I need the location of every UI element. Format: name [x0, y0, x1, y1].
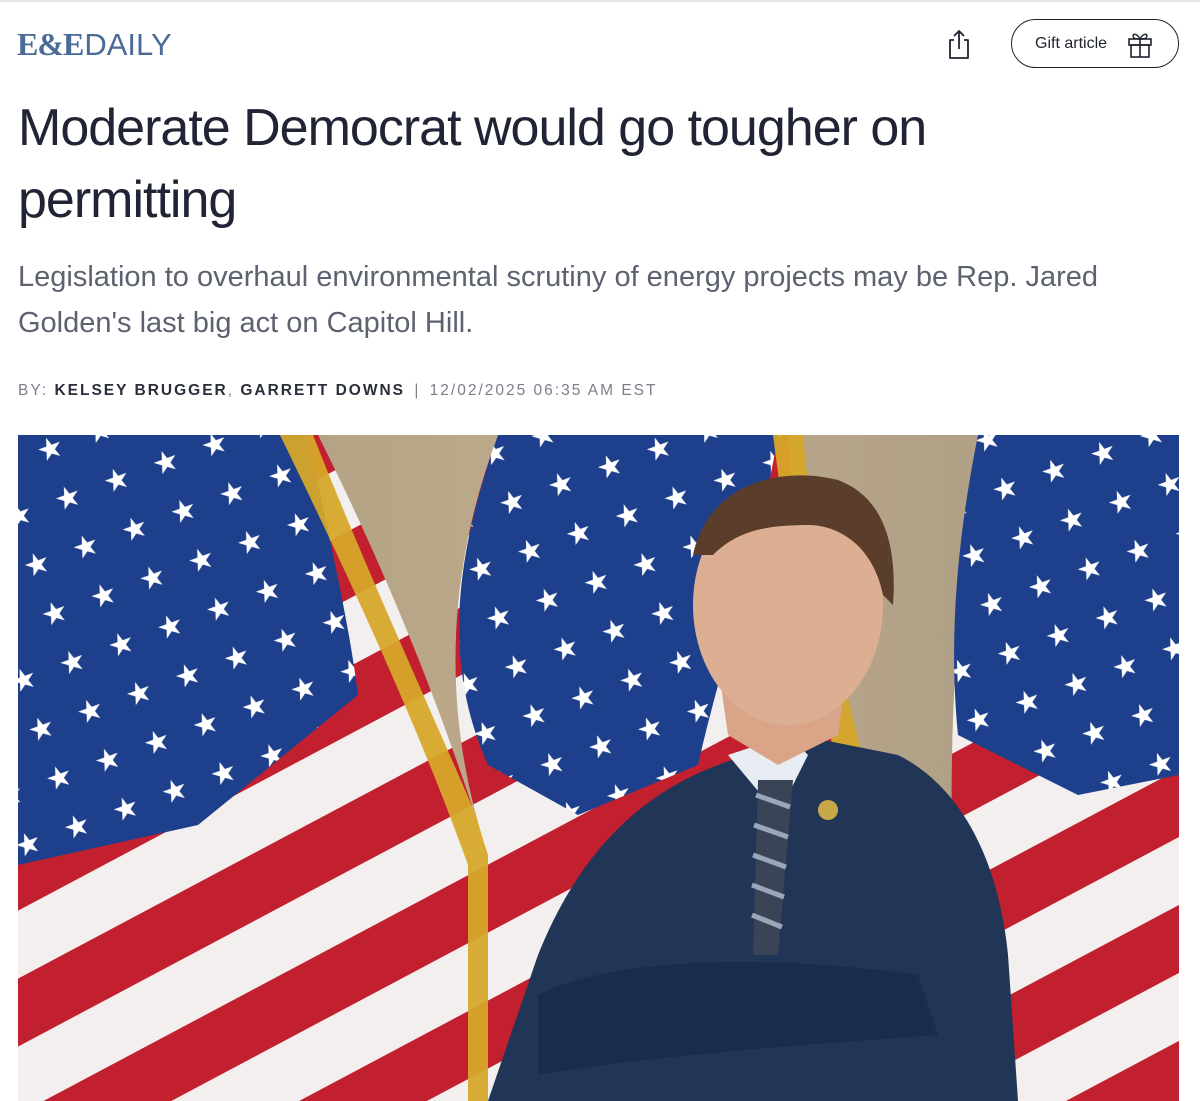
gift-icon	[1128, 33, 1152, 58]
author-separator: ,	[227, 382, 235, 399]
logo-light-text: DAILY	[84, 27, 172, 62]
site-header: E&E DAILY Gift article	[0, 0, 1200, 90]
byline-prefix: BY:	[18, 382, 49, 399]
gift-article-label: Gift article	[1035, 34, 1108, 52]
byline: BY: KELSEY BRUGGER, GARRETT DOWNS | 12/0…	[18, 382, 657, 400]
article-dek: Legislation to overhaul environmental sc…	[18, 261, 1099, 339]
share-icon	[949, 30, 969, 59]
author-link-kelsey-brugger[interactable]: KELSEY BRUGGER	[54, 382, 227, 399]
site-logo[interactable]: E&E DAILY	[17, 26, 172, 62]
gift-article-button[interactable]: Gift article	[1011, 19, 1179, 68]
logo-bold-text: E&E	[17, 26, 84, 62]
share-button[interactable]	[944, 28, 974, 60]
byline-divider: |	[414, 382, 421, 399]
hero-image: ★	[18, 435, 1179, 1101]
author-link-garrett-downs[interactable]: GARRETT DOWNS	[240, 382, 405, 399]
hero-photo-illustration: ★	[18, 435, 1179, 1101]
article-headline: Moderate Democrat would go tougher on pe…	[18, 99, 927, 229]
publish-timestamp: 12/02/2025 06:35 AM EST	[429, 382, 658, 399]
